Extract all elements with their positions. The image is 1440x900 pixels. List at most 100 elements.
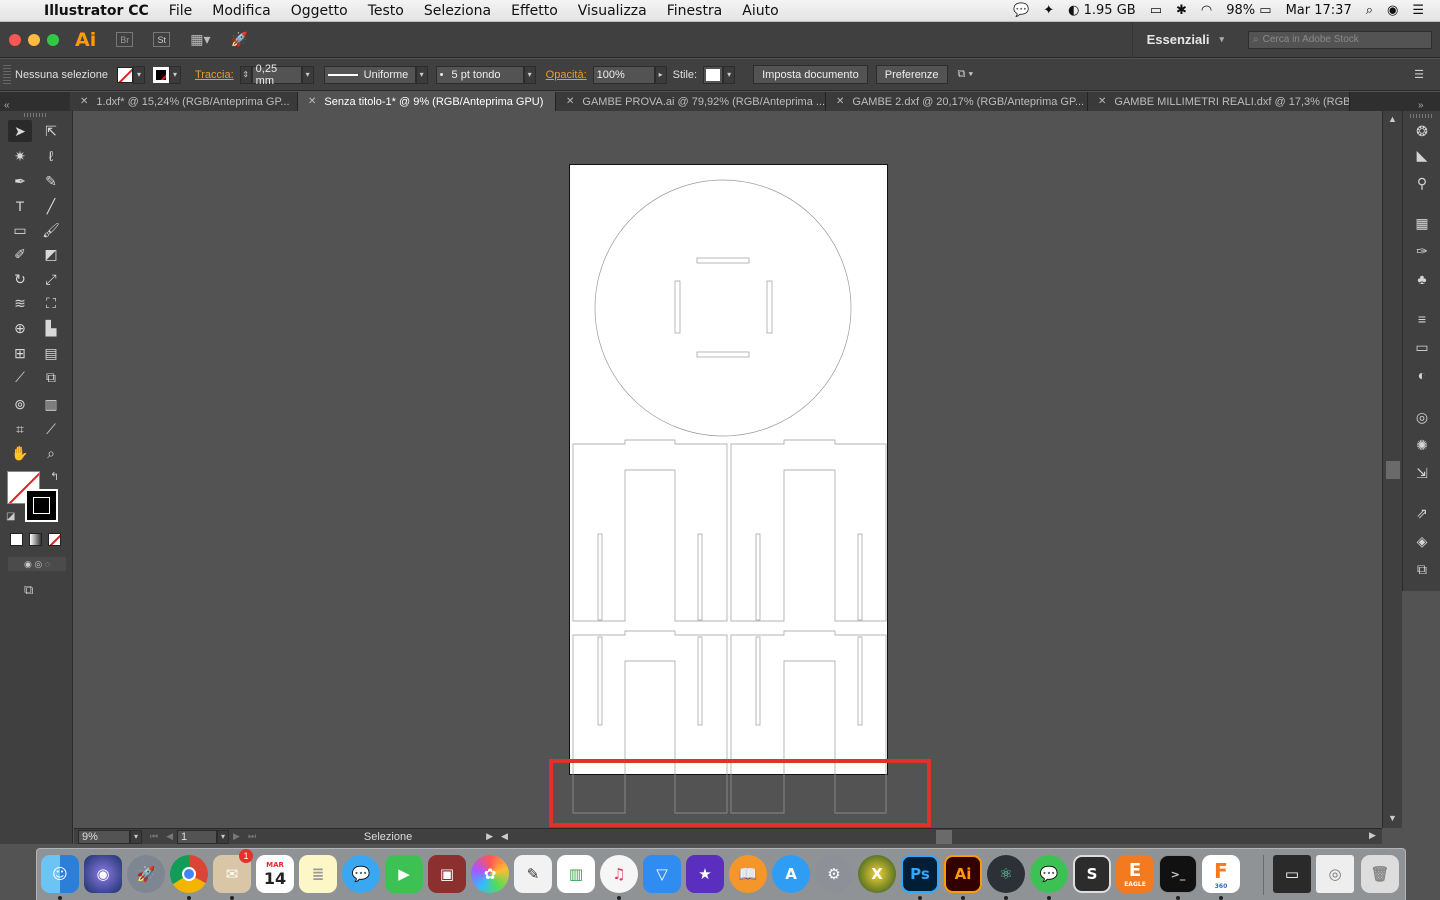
perspective-grid-tool-icon[interactable]: ▙ bbox=[39, 317, 63, 339]
width-tool-icon[interactable]: ≋ bbox=[8, 292, 32, 314]
scroll-right-arrow-icon[interactable]: ▶ bbox=[1369, 830, 1376, 841]
brushes-icon[interactable]: ✑ bbox=[1410, 241, 1434, 261]
previous-artboard-icon[interactable]: ◀ bbox=[166, 831, 173, 842]
symbol-sprayer-tool-icon[interactable]: ⊚ bbox=[8, 393, 32, 415]
swap-fill-stroke-icon[interactable]: ↰ bbox=[50, 470, 59, 483]
siri-icon[interactable]: ◉ bbox=[1387, 3, 1398, 18]
tab-senza-titolo[interactable]: ✕ Senza titolo-1* @ 9% (RGB/Anteprima GPU… bbox=[298, 92, 556, 111]
atom-icon[interactable]: ⚛ bbox=[987, 855, 1025, 893]
fill-swatch[interactable] bbox=[116, 66, 133, 83]
app-menu[interactable]: Illustrator CC bbox=[44, 3, 159, 19]
horizontal-scroll-thumb[interactable] bbox=[936, 830, 952, 844]
messages-icon[interactable]: 💬 bbox=[342, 855, 380, 893]
imovie-icon[interactable]: ★ bbox=[686, 855, 724, 893]
canvas-area[interactable] bbox=[74, 111, 1382, 828]
menu-effetto[interactable]: Effetto bbox=[501, 3, 568, 19]
swatches-icon[interactable]: ▦ bbox=[1410, 213, 1434, 233]
close-tab-icon[interactable]: ✕ bbox=[308, 96, 316, 107]
illustrator-dock-icon[interactable]: Ai bbox=[944, 855, 982, 893]
graphic-styles-icon[interactable]: ✺ bbox=[1410, 435, 1434, 455]
free-transform-tool-icon[interactable]: ⛶ bbox=[39, 292, 63, 314]
vertical-scroll-thumb[interactable] bbox=[1386, 461, 1400, 479]
next-artboard-icon[interactable]: ▶ bbox=[233, 831, 240, 842]
lasso-tool-icon[interactable]: ℓ bbox=[39, 145, 63, 167]
tab-gambe-prova[interactable]: ✕ GAMBE PROVA.ai @ 79,92% (RGB/Anteprima … bbox=[556, 92, 826, 111]
wechat-icon[interactable]: 💬 bbox=[1030, 855, 1068, 893]
properties-icon[interactable]: ⚲ bbox=[1410, 173, 1434, 193]
facetime-icon[interactable]: ▶ bbox=[385, 855, 423, 893]
symbols-icon[interactable]: ♣ bbox=[1410, 269, 1434, 289]
stroke-profile-dropdown-icon[interactable]: ▾ bbox=[415, 65, 428, 84]
finder-icon[interactable]: ☺ bbox=[41, 855, 79, 893]
line-segment-tool-icon[interactable]: ╱ bbox=[39, 195, 63, 217]
menu-aiuto[interactable]: Aiuto bbox=[732, 3, 788, 19]
panel-menu-icon[interactable]: ☰ bbox=[1414, 68, 1424, 81]
export-panel-icon[interactable]: ⇗ bbox=[1410, 503, 1434, 523]
gradient-tool-icon[interactable]: ▤ bbox=[39, 342, 63, 364]
first-artboard-icon[interactable]: ⏮ bbox=[150, 831, 158, 842]
fusion-360-icon[interactable]: F 360 bbox=[1202, 855, 1240, 893]
menu-file[interactable]: File bbox=[159, 3, 202, 19]
artwork[interactable] bbox=[74, 111, 1382, 828]
stroke-profile-field[interactable]: Uniforme bbox=[323, 65, 416, 84]
direct-selection-tool-icon[interactable]: ⇱ bbox=[39, 120, 63, 142]
opacity-field[interactable]: 100% bbox=[592, 65, 655, 84]
zoom-level-field[interactable]: 9% bbox=[78, 829, 130, 844]
menu-finestra[interactable]: Finestra bbox=[657, 3, 733, 19]
bridge-button[interactable]: Br bbox=[116, 32, 134, 47]
opacity-arrow-icon[interactable]: ▸ bbox=[654, 65, 667, 84]
brush-field[interactable]: • 5 pt tondo bbox=[435, 65, 524, 84]
artboards-panel-icon[interactable]: ⧉ bbox=[1410, 559, 1434, 579]
slice-tool-icon[interactable]: ⟋ bbox=[39, 418, 63, 440]
asset-export-icon[interactable]: ⇲ bbox=[1410, 463, 1434, 483]
clock[interactable]: Mar 17:37 bbox=[1286, 3, 1352, 18]
tab-document-1[interactable]: ✕ 1.dxf* @ 15,24% (RGB/Anteprima GP... bbox=[70, 92, 298, 111]
appearance-panel-icon[interactable]: ◎ bbox=[1410, 407, 1434, 427]
minimize-window-button[interactable] bbox=[28, 33, 40, 46]
paintbrush-tool-icon[interactable]: 🖌 bbox=[39, 219, 63, 241]
hand-tool-icon[interactable]: ✋ bbox=[8, 442, 32, 464]
scroll-up-arrow-icon[interactable]: ▲ bbox=[1388, 114, 1397, 124]
xquartz-icon[interactable]: X bbox=[858, 855, 896, 893]
stroke-panel-icon[interactable]: ≡ bbox=[1410, 309, 1434, 329]
selection-tool-icon[interactable]: ➤ bbox=[8, 120, 32, 142]
terminal-icon[interactable]: >_ bbox=[1159, 855, 1197, 893]
scroll-left-arrow-icon[interactable]: ◀ bbox=[501, 831, 508, 842]
notification-center-icon[interactable]: ☰ bbox=[1412, 3, 1424, 18]
none-mode-icon[interactable] bbox=[48, 533, 61, 546]
workspace-switcher[interactable]: Essenziali ▾ bbox=[1131, 21, 1248, 58]
stroke-label[interactable]: Traccia: bbox=[195, 69, 234, 81]
adobe-stock-search-input[interactable]: ⌕ Cerca in Adobe Stock bbox=[1248, 30, 1432, 49]
eyedropper-tool-icon[interactable]: ⟋ bbox=[8, 366, 32, 388]
minimized-chrome-window[interactable]: ◎ bbox=[1316, 855, 1354, 893]
artboard-number-field[interactable]: 1 bbox=[177, 829, 218, 844]
rotate-tool-icon[interactable]: ↻ bbox=[8, 268, 32, 290]
menu-testo[interactable]: Testo bbox=[358, 3, 414, 19]
bluetooth-icon[interactable]: ✱ bbox=[1176, 3, 1187, 18]
zoom-window-button[interactable] bbox=[47, 33, 59, 46]
menu-seleziona[interactable]: Seleziona bbox=[414, 3, 501, 19]
menu-modifica[interactable]: Modifica bbox=[202, 3, 281, 19]
keynote-icon[interactable]: ▽ bbox=[643, 855, 681, 893]
column-graph-tool-icon[interactable]: ▥ bbox=[39, 393, 63, 415]
gradient-mode-icon[interactable] bbox=[29, 533, 42, 546]
layers-panel-icon[interactable]: ◈ bbox=[1410, 531, 1434, 551]
shape-builder-tool-icon[interactable]: ⊕ bbox=[8, 317, 32, 339]
scroll-down-arrow-icon[interactable]: ▼ bbox=[1388, 813, 1397, 823]
magic-wand-tool-icon[interactable]: ✷ bbox=[8, 145, 32, 167]
type-tool-icon[interactable]: T bbox=[8, 195, 32, 217]
dropbox-icon[interactable]: ✦ bbox=[1043, 3, 1054, 18]
control-bar-grip[interactable] bbox=[3, 64, 11, 85]
stroke-dropdown-icon[interactable]: ▾ bbox=[168, 65, 181, 84]
zoom-tool-icon[interactable]: ⌕ bbox=[39, 442, 63, 464]
rectangle-tool-icon[interactable]: ▭ bbox=[8, 219, 32, 241]
close-window-button[interactable] bbox=[9, 33, 21, 46]
scale-tool-icon[interactable]: ⤢ bbox=[39, 268, 63, 290]
eraser-tool-icon[interactable]: ◩ bbox=[39, 243, 63, 265]
status-menu-arrow-icon[interactable]: ▶ bbox=[486, 831, 493, 842]
transparency-panel-icon[interactable]: ◐ bbox=[1410, 365, 1434, 385]
launchpad-icon[interactable]: 🚀 bbox=[127, 855, 165, 893]
photoshop-icon[interactable]: Ps bbox=[901, 855, 939, 893]
style-dropdown-icon[interactable]: ▾ bbox=[723, 65, 736, 84]
close-tab-icon[interactable]: ✕ bbox=[80, 96, 88, 107]
